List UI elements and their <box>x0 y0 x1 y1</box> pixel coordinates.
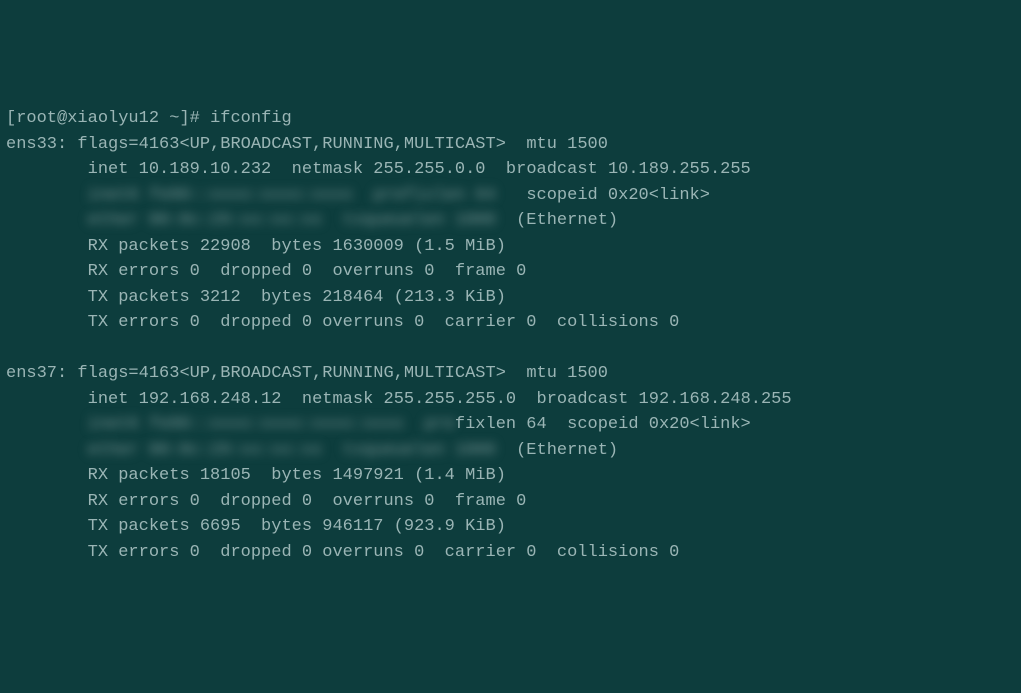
iface0-header: ens33: flags=4163<UP,BROADCAST,RUNNING,M… <box>6 132 1015 158</box>
prompt-open: [ <box>6 109 16 128</box>
command-text: ifconfig <box>210 109 292 128</box>
prompt-path: ~ <box>169 109 179 128</box>
prompt-line: [root@xiaolyu12 ~]# ifconfig <box>6 106 1015 132</box>
iface0-ethernet: (Ethernet) <box>516 211 618 230</box>
iface0-ether-line: ether 00:0c:29:xx:xx:xx txqueuelen 1000 … <box>6 208 1015 234</box>
iface0-mtu: mtu 1500 <box>526 135 608 154</box>
iface1-inet6-blur: inet6 fe80::xxxx:xxxx:xxxx:xxxx pre <box>88 412 455 438</box>
iface1-netmask: netmask 255.255.255.0 <box>302 390 516 409</box>
iface0-netmask: netmask 255.255.0.0 <box>292 160 486 179</box>
iface1-broadcast: broadcast 192.168.248.255 <box>537 390 792 409</box>
iface1-ether-blur: ether 00:0c:29:xx:xx:xx txqueuelen 1000 <box>88 438 496 464</box>
iface1-scopeid: scopeid 0x20<link> <box>567 415 751 434</box>
iface1-tx-packets: TX packets 6695 bytes 946117 (923.9 KiB) <box>6 514 1015 540</box>
iface0-tx-packets: TX packets 3212 bytes 218464 (213.3 KiB) <box>6 285 1015 311</box>
prompt-close: ] <box>179 109 189 128</box>
iface1-inet6-line: inet6 fe80::xxxx:xxxx:xxxx:xxxx prefixle… <box>6 412 1015 438</box>
iface1-rx-errors: RX errors 0 dropped 0 overruns 0 frame 0 <box>6 489 1015 515</box>
iface1-inet: inet 192.168.248.12 <box>88 390 282 409</box>
iface0-name: ens33 <box>6 135 57 154</box>
iface0-inet-line: inet 10.189.10.232 netmask 255.255.0.0 b… <box>6 157 1015 183</box>
blank-line <box>6 336 1015 362</box>
iface0-rx-packets: RX packets 22908 bytes 1630009 (1.5 MiB) <box>6 234 1015 260</box>
iface1-prefixlen: fixlen 64 <box>455 415 547 434</box>
prompt-symbol: # <box>190 109 200 128</box>
iface1-rx-packets: RX packets 18105 bytes 1497921 (1.4 MiB) <box>6 463 1015 489</box>
iface0-broadcast: broadcast 10.189.255.255 <box>506 160 751 179</box>
iface0-ether-blur: ether 00:0c:29:xx:xx:xx txqueuelen 1000 <box>88 208 496 234</box>
iface1-mtu: mtu 1500 <box>526 364 608 383</box>
iface0-tx-errors: TX errors 0 dropped 0 overruns 0 carrier… <box>6 310 1015 336</box>
prompt-at: @ <box>57 109 67 128</box>
iface0-flags: flags=4163<UP,BROADCAST,RUNNING,MULTICAS… <box>77 135 505 154</box>
iface0-inet6-blur: inet6 fe80::xxxx:xxxx:xxxx prefixlen 64 <box>88 183 496 209</box>
iface0-rx-errors: RX errors 0 dropped 0 overruns 0 frame 0 <box>6 259 1015 285</box>
iface0-inet6-line: inet6 fe80::xxxx:xxxx:xxxx prefixlen 64 … <box>6 183 1015 209</box>
iface1-inet-line: inet 192.168.248.12 netmask 255.255.255.… <box>6 387 1015 413</box>
terminal-output: [root@xiaolyu12 ~]# ifconfigens33: flags… <box>6 106 1015 565</box>
iface1-ethernet: (Ethernet) <box>516 441 618 460</box>
iface1-tx-errors: TX errors 0 dropped 0 overruns 0 carrier… <box>6 540 1015 566</box>
prompt-user: root <box>16 109 57 128</box>
iface1-header: ens37: flags=4163<UP,BROADCAST,RUNNING,M… <box>6 361 1015 387</box>
iface1-ether-line: ether 00:0c:29:xx:xx:xx txqueuelen 1000 … <box>6 438 1015 464</box>
iface0-inet: inet 10.189.10.232 <box>88 160 272 179</box>
iface1-name: ens37 <box>6 364 57 383</box>
iface0-scopeid: scopeid 0x20<link> <box>526 186 710 205</box>
prompt-host: xiaolyu12 <box>67 109 159 128</box>
iface1-flags: flags=4163<UP,BROADCAST,RUNNING,MULTICAS… <box>77 364 505 383</box>
